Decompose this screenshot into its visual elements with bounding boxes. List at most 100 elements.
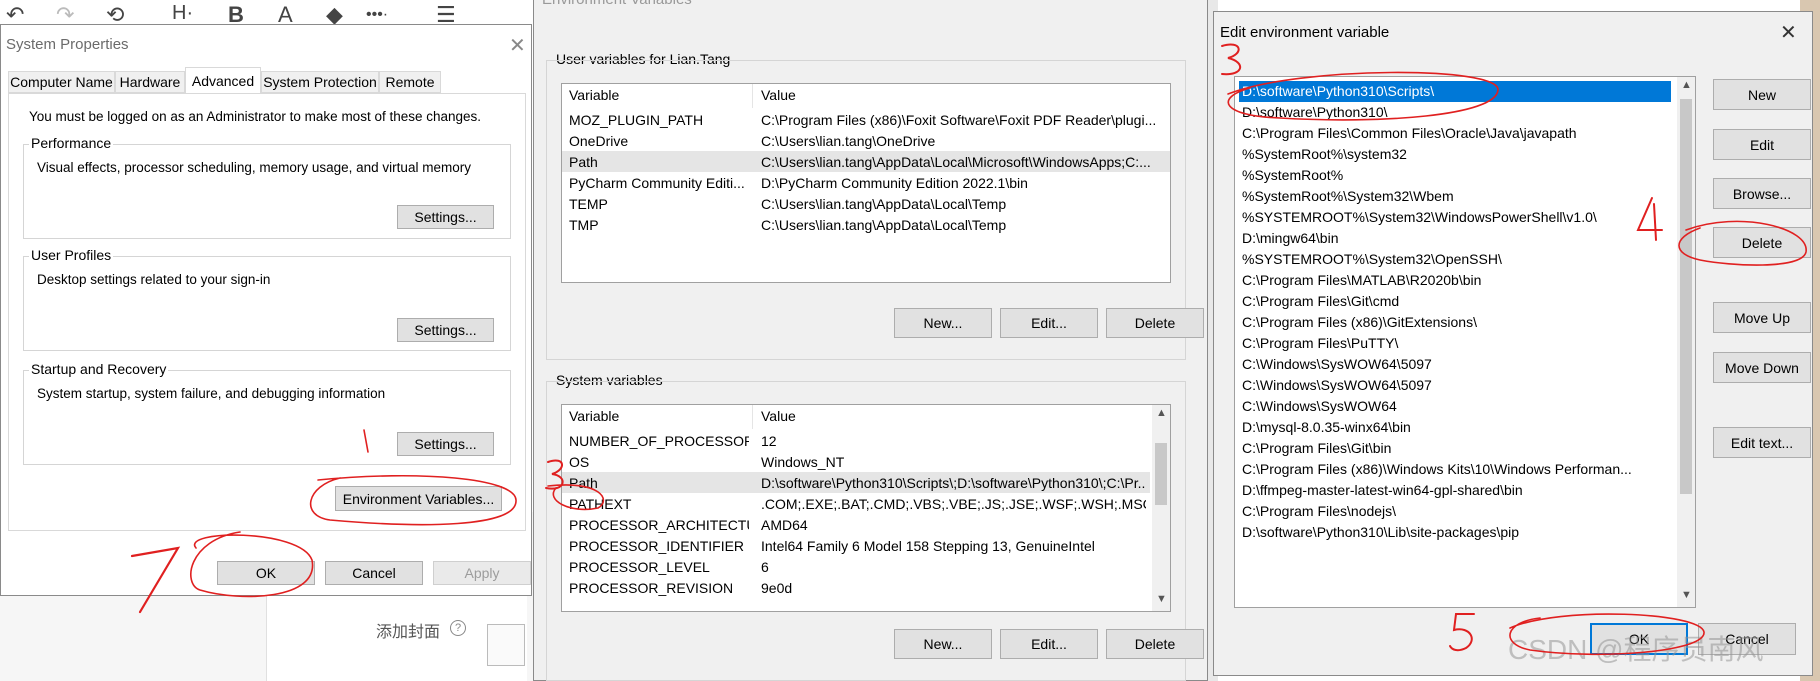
list-item[interactable]: C:\Program Files\Git\bin — [1239, 438, 1671, 459]
user-new-button[interactable]: New... — [894, 308, 992, 338]
path-entries-list[interactable]: D:\software\Python310\Scripts\ D:\softwar… — [1234, 76, 1696, 608]
user-profiles-description: Desktop settings related to your sign-in — [37, 272, 271, 287]
editor-toolbar: ↶ ↷ ⟲ H· B A ◆ •••· ☰ — [0, 0, 540, 27]
edit-text-button[interactable]: Edit text... — [1713, 427, 1811, 458]
scroll-up-icon[interactable]: ▲ — [1156, 407, 1167, 419]
edit-environment-variable-dialog: Edit environment variable ✕ D:\software\… — [1213, 11, 1813, 676]
browse-button[interactable]: Browse... — [1713, 178, 1811, 209]
table-row[interactable]: Path C:\Users\lian.tang\AppData\Local\Mi… — [562, 151, 1170, 172]
list-item[interactable]: C:\Program Files\MATLAB\R2020b\bin — [1239, 270, 1671, 291]
variable-name: TEMP — [569, 196, 608, 212]
new-button[interactable]: New — [1713, 79, 1811, 110]
list-item[interactable]: D:\mysql-8.0.35-winx64\bin — [1239, 417, 1671, 438]
table-row[interactable]: PROCESSOR_REVISION 9e0d — [562, 577, 1170, 598]
more-icon[interactable]: •••· — [366, 6, 388, 24]
list-item[interactable]: C:\Program Files\PuTTY\ — [1239, 333, 1671, 354]
user-profiles-settings-button[interactable]: Settings... — [397, 318, 494, 342]
scroll-down-icon[interactable]: ▼ — [1156, 593, 1167, 605]
scrollbar[interactable]: ▲ ▼ — [1677, 77, 1695, 607]
list-item[interactable]: C:\Program Files (x86)\GitExtensions\ — [1239, 312, 1671, 333]
ok-button[interactable]: OK — [217, 561, 315, 585]
scroll-thumb[interactable] — [1155, 443, 1167, 505]
table-row[interactable]: PATHEXT .COM;.EXE;.BAT;.CMD;.VBS;.VBE;.J… — [562, 493, 1170, 514]
list-item[interactable]: D:\software\Python310\Scripts\ — [1239, 81, 1671, 102]
cover-thumbnail[interactable] — [487, 624, 525, 666]
startup-recovery-label: Startup and Recovery — [29, 361, 169, 377]
heading-icon[interactable]: H· — [172, 2, 193, 25]
startup-settings-button[interactable]: Settings... — [397, 432, 494, 456]
tab-computer-name[interactable]: Computer Name — [8, 71, 115, 93]
close-icon[interactable]: ✕ — [509, 33, 526, 58]
performance-settings-button[interactable]: Settings... — [397, 205, 494, 229]
list-item[interactable]: %SYSTEMROOT%\System32\OpenSSH\ — [1239, 249, 1671, 270]
move-up-button[interactable]: Move Up — [1713, 302, 1811, 333]
system-variables-list[interactable]: Variable Value NUMBER_OF_PROCESSORS 12 O… — [561, 404, 1171, 612]
table-row[interactable]: PyCharm Community Editi... D:\PyCharm Co… — [562, 172, 1170, 193]
table-row[interactable]: MOZ_PLUGIN_PATH C:\Program Files (x86)\F… — [562, 109, 1170, 130]
user-variables-list[interactable]: Variable Value MOZ_PLUGIN_PATH C:\Progra… — [561, 83, 1171, 283]
list-item[interactable]: %SystemRoot%\system32 — [1239, 144, 1671, 165]
tab-hardware[interactable]: Hardware — [115, 71, 185, 93]
column-value[interactable]: Value — [761, 408, 796, 424]
tab-remote[interactable]: Remote — [379, 71, 441, 93]
user-edit-button[interactable]: Edit... — [1000, 308, 1098, 338]
table-row[interactable]: NUMBER_OF_PROCESSORS 12 — [562, 430, 1170, 451]
cancel-button[interactable]: Cancel — [325, 561, 423, 585]
column-variable[interactable]: Variable — [569, 87, 619, 103]
column-value[interactable]: Value — [761, 87, 796, 103]
list-item[interactable]: C:\Program Files\Git\cmd — [1239, 291, 1671, 312]
table-row[interactable]: TMP C:\Users\lian.tang\AppData\Local\Tem… — [562, 214, 1170, 235]
list-item[interactable]: C:\Program Files\nodejs\ — [1239, 501, 1671, 522]
environment-variables-button[interactable]: Environment Variables... — [335, 486, 502, 511]
tab-system-protection[interactable]: System Protection — [261, 71, 379, 93]
close-icon[interactable]: ✕ — [1780, 20, 1797, 45]
list-item[interactable]: C:\Windows\SysWOW64\5097 — [1239, 375, 1671, 396]
system-new-button[interactable]: New... — [894, 629, 992, 659]
variable-name: NUMBER_OF_PROCESSORS — [569, 433, 749, 449]
scroll-down-icon[interactable]: ▼ — [1681, 589, 1692, 601]
help-icon[interactable]: ? — [450, 620, 466, 636]
variable-value: D:\software\Python310\Scripts\;D:\softwa… — [761, 475, 1146, 491]
dialog-title: System Properties — [6, 36, 129, 53]
table-row[interactable]: Path D:\software\Python310\Scripts\;D:\s… — [562, 472, 1150, 493]
table-row[interactable]: PROCESSOR_IDENTIFIER Intel64 Family 6 Mo… — [562, 535, 1170, 556]
table-row[interactable]: PROCESSOR_LEVEL 6 — [562, 556, 1170, 577]
variable-name: MOZ_PLUGIN_PATH — [569, 112, 704, 128]
list-item[interactable]: %SystemRoot% — [1239, 165, 1671, 186]
list-item[interactable]: %SYSTEMROOT%\System32\WindowsPowerShell\… — [1239, 207, 1671, 228]
scroll-thumb[interactable] — [1680, 99, 1692, 494]
list-item[interactable]: D:\software\Python310\Lib\site-packages\… — [1239, 522, 1671, 543]
list-item[interactable]: D:\software\Python310\ — [1239, 102, 1671, 123]
tab-advanced[interactable]: Advanced — [185, 67, 261, 94]
user-delete-button[interactable]: Delete — [1106, 308, 1204, 338]
list-item[interactable]: D:\ffmpeg-master-latest-win64-gpl-shared… — [1239, 480, 1671, 501]
scrollbar[interactable]: ▲ ▼ — [1152, 405, 1170, 611]
watermark: CSDN @程序员南风 — [1508, 634, 1764, 665]
list-item[interactable]: %SystemRoot%\System32\Wbem — [1239, 186, 1671, 207]
apply-button[interactable]: Apply — [433, 561, 531, 585]
table-row[interactable]: PROCESSOR_ARCHITECTU... AMD64 — [562, 514, 1170, 535]
variable-name: PROCESSOR_REVISION — [569, 580, 734, 596]
variable-value: 12 — [761, 433, 777, 449]
delete-button[interactable]: Delete — [1713, 227, 1811, 258]
column-variable[interactable]: Variable — [569, 408, 619, 424]
edit-button[interactable]: Edit — [1713, 129, 1811, 160]
variable-value: Intel64 Family 6 Model 158 Stepping 13, … — [761, 538, 1095, 554]
list-item[interactable]: C:\Windows\SysWOW64\5097 — [1239, 354, 1671, 375]
table-row[interactable]: OS Windows_NT — [562, 451, 1170, 472]
list-item[interactable]: C:\Windows\SysWOW64 — [1239, 396, 1671, 417]
table-row[interactable]: OneDrive C:\Users\lian.tang\OneDrive — [562, 130, 1170, 151]
list-item[interactable]: C:\Program Files\Common Files\Oracle\Jav… — [1239, 123, 1671, 144]
system-delete-button[interactable]: Delete — [1106, 629, 1204, 659]
list-item[interactable]: C:\Program Files (x86)\Windows Kits\10\W… — [1239, 459, 1671, 480]
variable-name: OS — [569, 454, 590, 470]
scroll-up-icon[interactable]: ▲ — [1681, 79, 1692, 91]
list-header: Variable Value — [562, 84, 1170, 108]
list-item[interactable]: D:\mingw64\bin — [1239, 228, 1671, 249]
system-edit-button[interactable]: Edit... — [1000, 629, 1098, 659]
variable-value: AMD64 — [761, 517, 808, 533]
variable-value: C:\Users\lian.tang\AppData\Local\Temp — [761, 217, 1007, 233]
table-row[interactable]: TEMP C:\Users\lian.tang\AppData\Local\Te… — [562, 193, 1170, 214]
variable-value: 6 — [761, 559, 769, 575]
move-down-button[interactable]: Move Down — [1713, 352, 1811, 383]
